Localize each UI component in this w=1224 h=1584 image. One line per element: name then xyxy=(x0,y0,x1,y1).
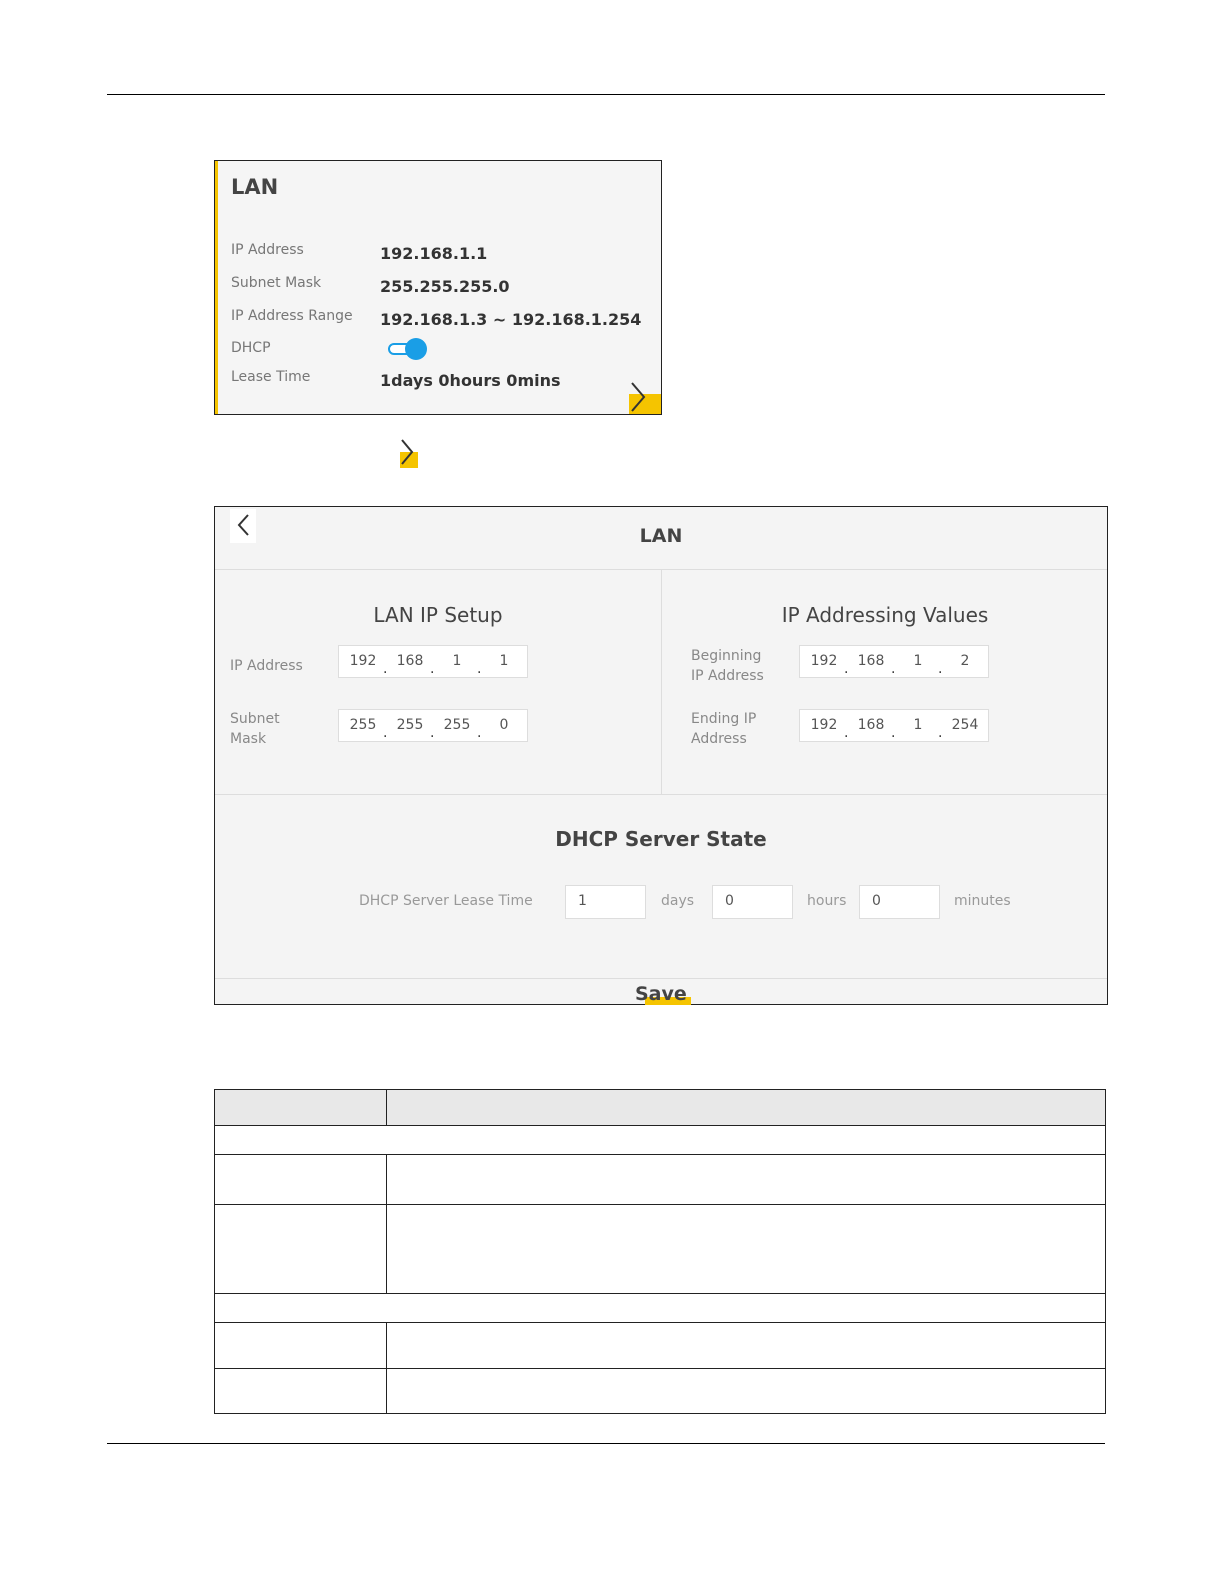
hours-unit-label: hours xyxy=(807,893,847,909)
table-header-row xyxy=(214,1089,1106,1126)
ending-ip-label: Ending IP Address xyxy=(691,709,756,749)
octet: 192 xyxy=(810,653,838,669)
octet: 192 xyxy=(810,717,838,733)
octet: 1 xyxy=(499,653,509,669)
save-label: Save xyxy=(635,983,687,1005)
lan-ip-setup-title: LAN IP Setup xyxy=(373,603,503,627)
dhcp-label: DHCP xyxy=(231,340,271,356)
octet: 255 xyxy=(349,717,377,733)
beginning-ip-label: Beginning IP Address xyxy=(691,646,764,686)
label-line: Beginning xyxy=(691,648,762,664)
table-header-cell xyxy=(386,1089,1106,1126)
ip-address-value: 192.168.1.1 xyxy=(380,244,488,263)
table-header-cell xyxy=(214,1089,387,1126)
ip-range-label: IP Address Range xyxy=(231,308,353,324)
divider xyxy=(215,794,1107,795)
lease-days-input[interactable]: 1 xyxy=(565,885,646,919)
header-rule xyxy=(107,94,1105,95)
dot: . xyxy=(938,725,943,741)
label-line: Mask xyxy=(230,731,267,747)
footer-rule xyxy=(107,1443,1105,1444)
panel-title: LAN xyxy=(639,525,683,547)
octet: 0 xyxy=(499,717,509,733)
octet: 1 xyxy=(913,717,923,733)
label-line: Subnet xyxy=(230,711,280,727)
subnet-mask-value: 255.255.255.0 xyxy=(380,277,510,296)
table-cell xyxy=(386,1368,1106,1414)
octet: 168 xyxy=(857,653,885,669)
dot: . xyxy=(891,725,896,741)
card-title: LAN xyxy=(231,175,279,199)
dhcp-toggle[interactable] xyxy=(388,338,427,360)
table-cell xyxy=(214,1204,387,1294)
table-row xyxy=(214,1322,1106,1369)
octet: 1 xyxy=(452,653,462,669)
lan-settings-panel: LAN LAN IP Setup IP Address 192 . 168 . … xyxy=(214,506,1108,1005)
table-cell xyxy=(214,1125,1106,1155)
dot: . xyxy=(383,725,388,741)
dot: . xyxy=(844,725,849,741)
table-cell xyxy=(214,1154,387,1205)
card-next-button[interactable] xyxy=(629,380,661,414)
dhcp-server-state-title: DHCP Server State xyxy=(555,827,767,851)
octet: 192 xyxy=(349,653,377,669)
lan-summary-card: LAN IP Address 192.168.1.1 Subnet Mask 2… xyxy=(214,160,662,415)
table-cell xyxy=(214,1322,387,1369)
subnet-mask-label: Subnet Mask xyxy=(231,275,322,291)
table-cell xyxy=(386,1204,1106,1294)
subnet-mask-input[interactable]: 255 . 255 . 255 . 0 xyxy=(338,709,528,742)
table-cell xyxy=(214,1293,1106,1323)
chevron-right-icon xyxy=(401,439,414,465)
dot: . xyxy=(430,661,435,677)
toggle-knob xyxy=(405,338,427,360)
table-row xyxy=(214,1154,1106,1205)
dhcp-lease-time-label: DHCP Server Lease Time xyxy=(359,893,533,909)
subnet-mask-field-label: Subnet Mask xyxy=(230,709,280,749)
ip-address-label: IP Address xyxy=(231,242,304,258)
save-button[interactable]: Save xyxy=(215,979,1107,1005)
table-row xyxy=(214,1204,1106,1294)
dot: . xyxy=(430,725,435,741)
table-cell xyxy=(386,1154,1106,1205)
ip-address-input[interactable]: 192 . 168 . 1 . 1 xyxy=(338,645,528,678)
dot: . xyxy=(383,661,388,677)
octet: 255 xyxy=(443,717,471,733)
dot: . xyxy=(477,725,482,741)
table-section-row xyxy=(214,1125,1106,1155)
table-cell xyxy=(386,1322,1106,1369)
dot: . xyxy=(891,661,896,677)
dot: . xyxy=(477,661,482,677)
card-accent xyxy=(215,161,218,414)
dot: . xyxy=(844,661,849,677)
ip-range-value: 192.168.1.3 ~ 192.168.1.254 xyxy=(380,310,642,329)
minutes-unit-label: minutes xyxy=(954,893,1011,909)
octet: 168 xyxy=(857,717,885,733)
octet: 168 xyxy=(396,653,424,669)
beginning-ip-input[interactable]: 192 . 168 . 1 . 2 xyxy=(799,645,989,678)
lease-minutes-input[interactable]: 0 xyxy=(859,885,940,919)
octet: 255 xyxy=(396,717,424,733)
lease-hours-input[interactable]: 0 xyxy=(712,885,793,919)
lease-time-value: 1days 0hours 0mins xyxy=(380,371,561,390)
description-table xyxy=(214,1089,1106,1414)
days-unit-label: days xyxy=(661,893,695,909)
label-line: Address xyxy=(691,731,747,747)
table-section-row xyxy=(214,1293,1106,1323)
table-cell xyxy=(214,1368,387,1414)
ip-address-field-label: IP Address xyxy=(230,658,303,674)
lease-time-label: Lease Time xyxy=(231,369,311,385)
table-row xyxy=(214,1368,1106,1414)
dot: . xyxy=(938,661,943,677)
octet: 254 xyxy=(951,717,979,733)
label-line: Ending IP xyxy=(691,711,757,727)
ip-addressing-values-title: IP Addressing Values xyxy=(781,603,989,627)
octet: 2 xyxy=(960,653,970,669)
step-chevron xyxy=(398,438,420,468)
ending-ip-input[interactable]: 192 . 168 . 1 . 254 xyxy=(799,709,989,742)
label-line: IP Address xyxy=(691,668,764,684)
octet: 1 xyxy=(913,653,923,669)
chevron-right-icon xyxy=(631,382,646,412)
